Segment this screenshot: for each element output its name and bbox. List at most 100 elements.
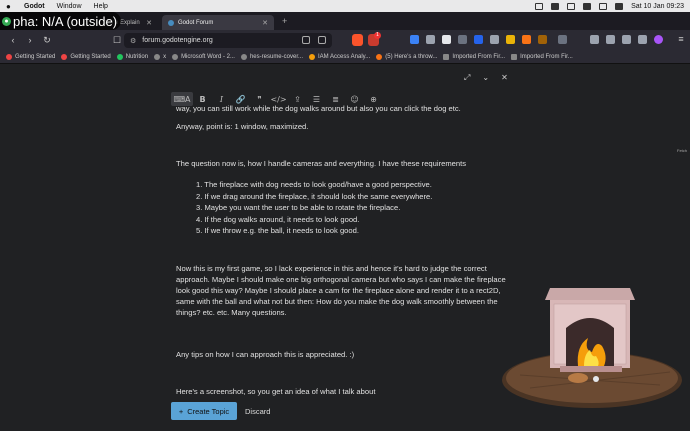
requirements-list: 1. The fireplace with dog needs to look … xyxy=(196,179,506,237)
bookmark-star-icon[interactable] xyxy=(318,36,326,44)
music-icon[interactable] xyxy=(590,35,599,44)
bookmark-label: Getting Started xyxy=(70,53,111,60)
bookmark-label: hes-resume-cover... xyxy=(249,53,303,60)
nav-bar: ‹ › ↻ ☐ ⚙ forum.godotengine.org 1 ≡ xyxy=(0,30,690,50)
bookmark-label: Getting Started xyxy=(15,53,56,60)
status-icon[interactable] xyxy=(535,2,544,10)
discard-button[interactable]: Discard xyxy=(245,402,270,420)
bookmark-item[interactable]: Imported From Fir... xyxy=(443,53,506,60)
list-item: 3. Maybe you want the user to be able to… xyxy=(196,203,401,212)
list-item: 4. If the dog walks around, it needs to … xyxy=(196,214,360,224)
bookmark-item[interactable]: Microsoft Word - 2... xyxy=(172,53,235,60)
fireplace-illustration xyxy=(502,288,682,408)
side-note: Fetch xyxy=(677,148,688,153)
sidebar-icon[interactable] xyxy=(606,35,615,44)
bookmark-item[interactable]: IAM Access Analy... xyxy=(309,53,370,60)
menu-bar: ● Godot Window Help Sat 10 Jan 09:23 xyxy=(0,0,690,12)
paragraph: Any tips on how I can approach this is a… xyxy=(176,350,355,359)
share-icon[interactable] xyxy=(302,36,310,44)
bookmark-label: Imported From Fir... xyxy=(520,53,573,60)
paragraph: The question now is, how I handle camera… xyxy=(176,159,466,168)
extension-icon[interactable] xyxy=(458,35,467,44)
extension-icon[interactable] xyxy=(426,35,435,44)
battery-icon[interactable] xyxy=(583,2,592,10)
search-icon[interactable] xyxy=(615,2,624,10)
overlay-dot-icon: ● xyxy=(2,16,11,26)
bookmark-item[interactable]: hes-resume-cover... xyxy=(240,53,303,60)
extension-icon[interactable] xyxy=(522,35,531,44)
bookmark-item[interactable]: Imported From Fir... xyxy=(511,53,573,60)
composer-controls: ⤢ ⌄ ✕ xyxy=(464,73,508,83)
bluetooth-icon[interactable] xyxy=(567,2,576,10)
bookmark-icon[interactable]: ☐ xyxy=(113,35,121,46)
bookmark-item[interactable]: (5) Here's a throw... xyxy=(376,53,438,60)
extension-icon[interactable] xyxy=(410,35,419,44)
godot-favicon-icon xyxy=(168,19,174,26)
collapse-icon[interactable]: ⌄ xyxy=(482,73,489,83)
bookmark-label: Nutrition xyxy=(125,53,149,60)
close-icon[interactable]: ✕ xyxy=(262,19,268,27)
menu-status-area: Sat 10 Jan 09:23 xyxy=(535,0,684,12)
back-icon[interactable]: ‹ xyxy=(9,35,17,45)
expand-icon[interactable]: ⤢ xyxy=(464,73,470,83)
menu-app-name[interactable]: Godot xyxy=(24,3,45,10)
bookmark-item[interactable]: Getting Started xyxy=(61,53,111,60)
new-tab-icon[interactable]: + xyxy=(282,16,287,26)
create-topic-button[interactable]: + Create Topic xyxy=(171,402,237,420)
bookmark-label: Microsoft Word - 2... xyxy=(181,53,235,60)
clock[interactable]: Sat 10 Jan 09:23 xyxy=(631,3,684,10)
profile-icon[interactable] xyxy=(654,35,663,44)
extension-icon[interactable] xyxy=(490,35,499,44)
create-topic-label: Create Topic xyxy=(187,406,230,416)
bookmarks-bar: Getting Started Getting Started Nutritio… xyxy=(0,50,690,64)
address-bar[interactable]: ⚙ forum.godotengine.org xyxy=(124,33,332,48)
url-text: forum.godotengine.org xyxy=(142,37,213,44)
bookmark-item[interactable]: x xyxy=(154,53,167,60)
extension-icon[interactable] xyxy=(558,35,567,44)
extension-icon[interactable] xyxy=(442,35,451,44)
bookmark-favicon-icon xyxy=(61,53,68,60)
brave-shields-icon[interactable] xyxy=(352,34,363,46)
menu-window[interactable]: Window xyxy=(57,3,82,10)
discard-label: Discard xyxy=(245,406,271,416)
bookmark-label: Imported From Fir... xyxy=(452,53,506,60)
list-item: 1. The fireplace with dog needs to look … xyxy=(196,180,432,189)
paragraph: Here's a screenshot, so you get an idea … xyxy=(176,387,376,396)
status-icon[interactable] xyxy=(551,2,560,10)
bookmark-favicon-icon xyxy=(376,53,383,60)
reload-icon[interactable]: ↻ xyxy=(43,35,51,46)
extension-icon[interactable] xyxy=(474,35,483,44)
vpn-icon[interactable] xyxy=(638,35,647,44)
paragraph: way, you can still work while the dog wa… xyxy=(176,104,461,113)
list-item: 5. If we throw e.g. the ball, it needs t… xyxy=(196,226,359,235)
bookmark-item[interactable]: Nutrition xyxy=(116,53,149,60)
composer-editor[interactable]: way, you can still work while the dog wa… xyxy=(171,103,516,400)
bookmark-favicon-icon xyxy=(6,53,12,60)
wallet-icon[interactable] xyxy=(622,35,631,44)
wifi-icon[interactable] xyxy=(599,2,608,10)
overlay-text: pha: N/A (outside) xyxy=(13,13,118,29)
bookmark-favicon-icon xyxy=(154,53,161,60)
bookmark-label: (5) Here's a throw... xyxy=(385,53,438,60)
bookmark-favicon-icon xyxy=(172,53,179,60)
close-icon[interactable]: ✕ xyxy=(146,19,152,27)
tab-godot-forum[interactable]: Godot Forum ✕ xyxy=(162,15,274,30)
bookmark-favicon-icon xyxy=(116,53,123,60)
folder-icon xyxy=(443,53,450,60)
bookmark-favicon-icon xyxy=(240,53,247,60)
bookmark-item[interactable]: Getting Started xyxy=(6,53,56,60)
menu-help[interactable]: Help xyxy=(94,3,108,10)
forum-composer-page: ⤢ ⌄ ✕ ⌨A B I 🔗 ❞ </> ⇪ ☰ ≣ ☺ ⊕ way, you … xyxy=(0,65,690,431)
extension-icon[interactable] xyxy=(506,35,515,44)
notification-badge: 1 xyxy=(374,32,381,39)
extension-icon[interactable] xyxy=(538,35,547,44)
overlay-badge: ● pha: N/A (outside) xyxy=(0,12,122,30)
bookmark-label: x xyxy=(163,53,167,60)
menu-icon[interactable]: ≡ xyxy=(677,34,685,44)
apple-menu-icon[interactable]: ● xyxy=(6,2,14,11)
paragraph: Now this is my first game, so I lack exp… xyxy=(176,264,506,317)
tab-label: Godot Forum xyxy=(178,19,214,26)
close-icon[interactable]: ✕ xyxy=(501,73,508,83)
forward-icon[interactable]: › xyxy=(26,35,34,45)
site-info-icon[interactable]: ⚙ xyxy=(130,37,136,45)
